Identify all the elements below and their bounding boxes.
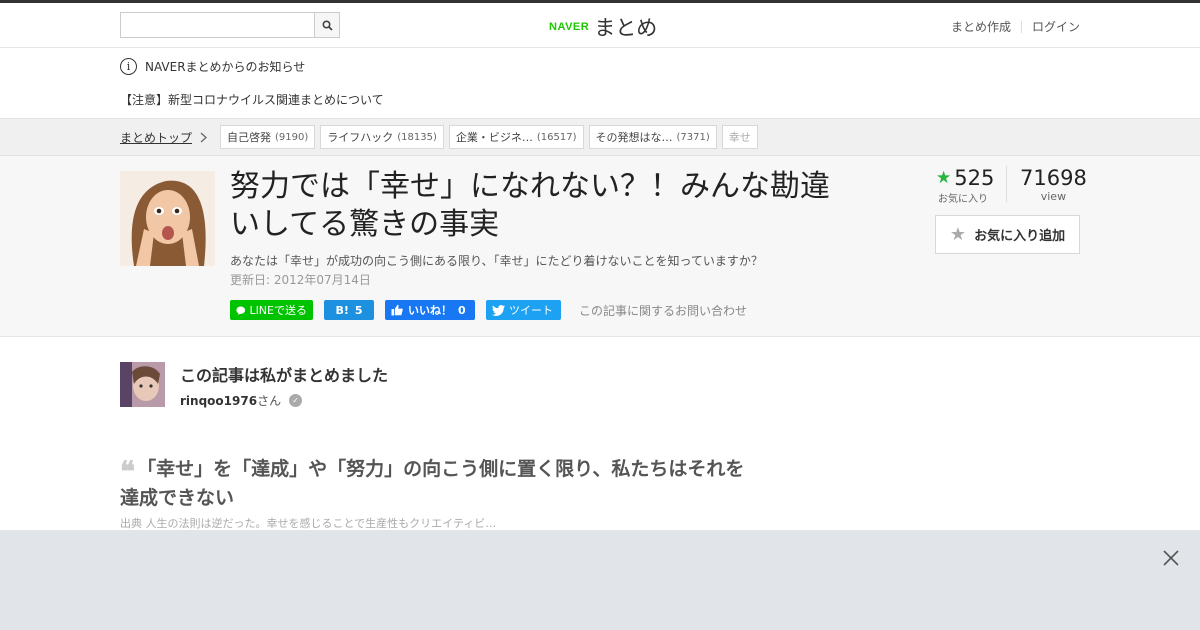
favorite-count: ★ 525 お気に入り <box>936 166 1006 205</box>
add-favorite-button[interactable]: ★ お気に入り追加 <box>935 215 1080 254</box>
naver-matome-logo[interactable]: NAVER まとめ <box>549 12 657 42</box>
category-tag[interactable]: ライフハック (18135) <box>320 125 444 149</box>
article-thumbnail <box>120 171 215 266</box>
tag-label: ライフハック <box>327 131 394 144</box>
article-header: 努力では「幸せ」になれない？！みんな勘違いしてる驚きの事実 あなたは「幸せ」が成… <box>0 156 1200 337</box>
tag-label: その発想はな… <box>595 131 673 144</box>
notice-message-link[interactable]: 【注意】新型コロナウイルス関連まとめについて <box>120 91 384 108</box>
hatena-bookmark-button[interactable]: B! 5 <box>324 300 374 320</box>
star-icon: ★ <box>936 168 952 188</box>
share-buttons: LINEで送る B! 5 いいね！ 0 ツイート この記事に関するお問い合わせ <box>230 300 747 320</box>
star-outline-icon: ★ <box>949 224 967 245</box>
close-icon[interactable] <box>1161 548 1181 568</box>
add-favorite-label: お気に入り追加 <box>974 229 1066 244</box>
author-username: rinqoo1976 <box>180 393 258 408</box>
logo-brand: NAVER <box>549 21 590 33</box>
category-tag[interactable]: 企業・ビジネ… (16517) <box>448 125 584 149</box>
breadcrumb-bar: まとめトップ 自己啓発 (9190) ライフハック (18135) 企業・ビジネ…(… <box>0 118 1200 156</box>
facebook-like-count: 0 <box>458 303 466 317</box>
category-tag[interactable]: その発想はな… (7371) <box>588 125 717 149</box>
tag-label: 幸せ <box>728 131 751 144</box>
facebook-like-button[interactable]: いいね！ 0 <box>385 300 475 320</box>
top-nav-bar: NAVER まとめ まとめ作成 ログイン <box>0 0 1200 48</box>
tag-count: (9190) <box>275 131 309 143</box>
category-tag[interactable]: 幸せ <box>721 125 758 149</box>
stats-block: ★ 525 お気に入り 71698 view <box>936 166 1087 205</box>
article-updated-date: 更新日: 2012年07月14日 <box>230 273 371 287</box>
quote-source-link[interactable]: 出典 人生の法則は逆だった。幸せを感じることで生産性もクリエイティビ… <box>120 515 496 531</box>
verified-check-icon: ✓ <box>289 394 303 407</box>
tag-count: (18135) <box>397 131 437 143</box>
breadcrumb-top-label: まとめトップ <box>120 131 193 145</box>
tweet-label: ツイート <box>509 304 553 317</box>
thumbs-up-icon <box>391 304 403 316</box>
notice-title: NAVERまとめからのお知らせ <box>145 60 306 74</box>
line-icon <box>236 305 246 315</box>
author-heading: この記事は私がまとめました <box>180 366 389 385</box>
logo-name: まとめ <box>594 16 658 40</box>
view-count: 71698 view <box>1020 166 1087 205</box>
view-count-value: 71698 <box>1020 166 1087 190</box>
bottom-ad-overlay <box>0 530 1200 630</box>
search-box <box>120 12 340 38</box>
view-count-label: view <box>1040 190 1067 203</box>
create-matome-link[interactable]: まとめ作成 <box>951 18 1011 35</box>
breadcrumb-top-link[interactable]: まとめトップ <box>120 129 207 146</box>
login-link[interactable]: ログイン <box>1032 18 1080 35</box>
article-description: あなたは「幸せ」が成功の向こう側にある限り、「幸せ」にたどり着けないことを知って… <box>230 254 763 268</box>
hatena-count: 5 <box>354 303 363 317</box>
top-links: まとめ作成 ログイン <box>951 18 1080 35</box>
chevron-right-icon <box>200 132 207 143</box>
search-icon <box>321 19 333 31</box>
favorite-count-label: お気に入り <box>938 194 988 205</box>
article-title: 努力では「幸せ」になれない？！みんな勘違いしてる驚きの事実 <box>230 169 830 242</box>
link-divider <box>1020 20 1022 33</box>
author-avatar[interactable] <box>120 362 165 407</box>
line-share-label: LINEで送る <box>249 304 307 317</box>
line-share-button[interactable]: LINEで送る <box>230 300 313 320</box>
notice-heading[interactable]: i NAVERまとめからのお知らせ <box>120 58 305 75</box>
facebook-like-label: いいね！ <box>408 304 452 317</box>
twitter-tweet-button[interactable]: ツイート <box>486 300 561 320</box>
info-icon: i <box>120 58 137 75</box>
quote-block: ❝ 「幸せ」を「達成」や「努力」の向こう側に置く限り、私たちはそれを達成できない <box>120 456 750 512</box>
tag-label: 企業・ビジネ… <box>455 131 533 144</box>
stats-divider <box>1006 166 1007 202</box>
quote-text: 「幸せ」を「達成」や「努力」の向こう側に置く限り、私たちはそれを達成できない <box>120 458 745 509</box>
favorite-count-value: 525 <box>954 166 995 190</box>
hatena-b-icon: B! <box>335 303 349 317</box>
search-button[interactable] <box>314 13 339 37</box>
author-name-link[interactable]: rinqoo1976 さん ✓ <box>180 392 303 409</box>
quote-mark-icon: ❝ <box>120 455 136 488</box>
article-contact-link[interactable]: この記事に関するお問い合わせ <box>579 302 747 319</box>
twitter-bird-icon <box>492 304 505 316</box>
tag-label: 自己啓発 <box>227 131 271 144</box>
author-suffix: さん <box>257 394 282 408</box>
category-tags: 自己啓発 (9190) ライフハック (18135) 企業・ビジネ… (16517) … <box>220 125 763 149</box>
tag-count: (16517) <box>536 131 577 143</box>
search-input[interactable] <box>121 13 315 37</box>
category-tag[interactable]: 自己啓発 (9190) <box>220 125 316 149</box>
tag-count: (7371) <box>676 131 710 143</box>
